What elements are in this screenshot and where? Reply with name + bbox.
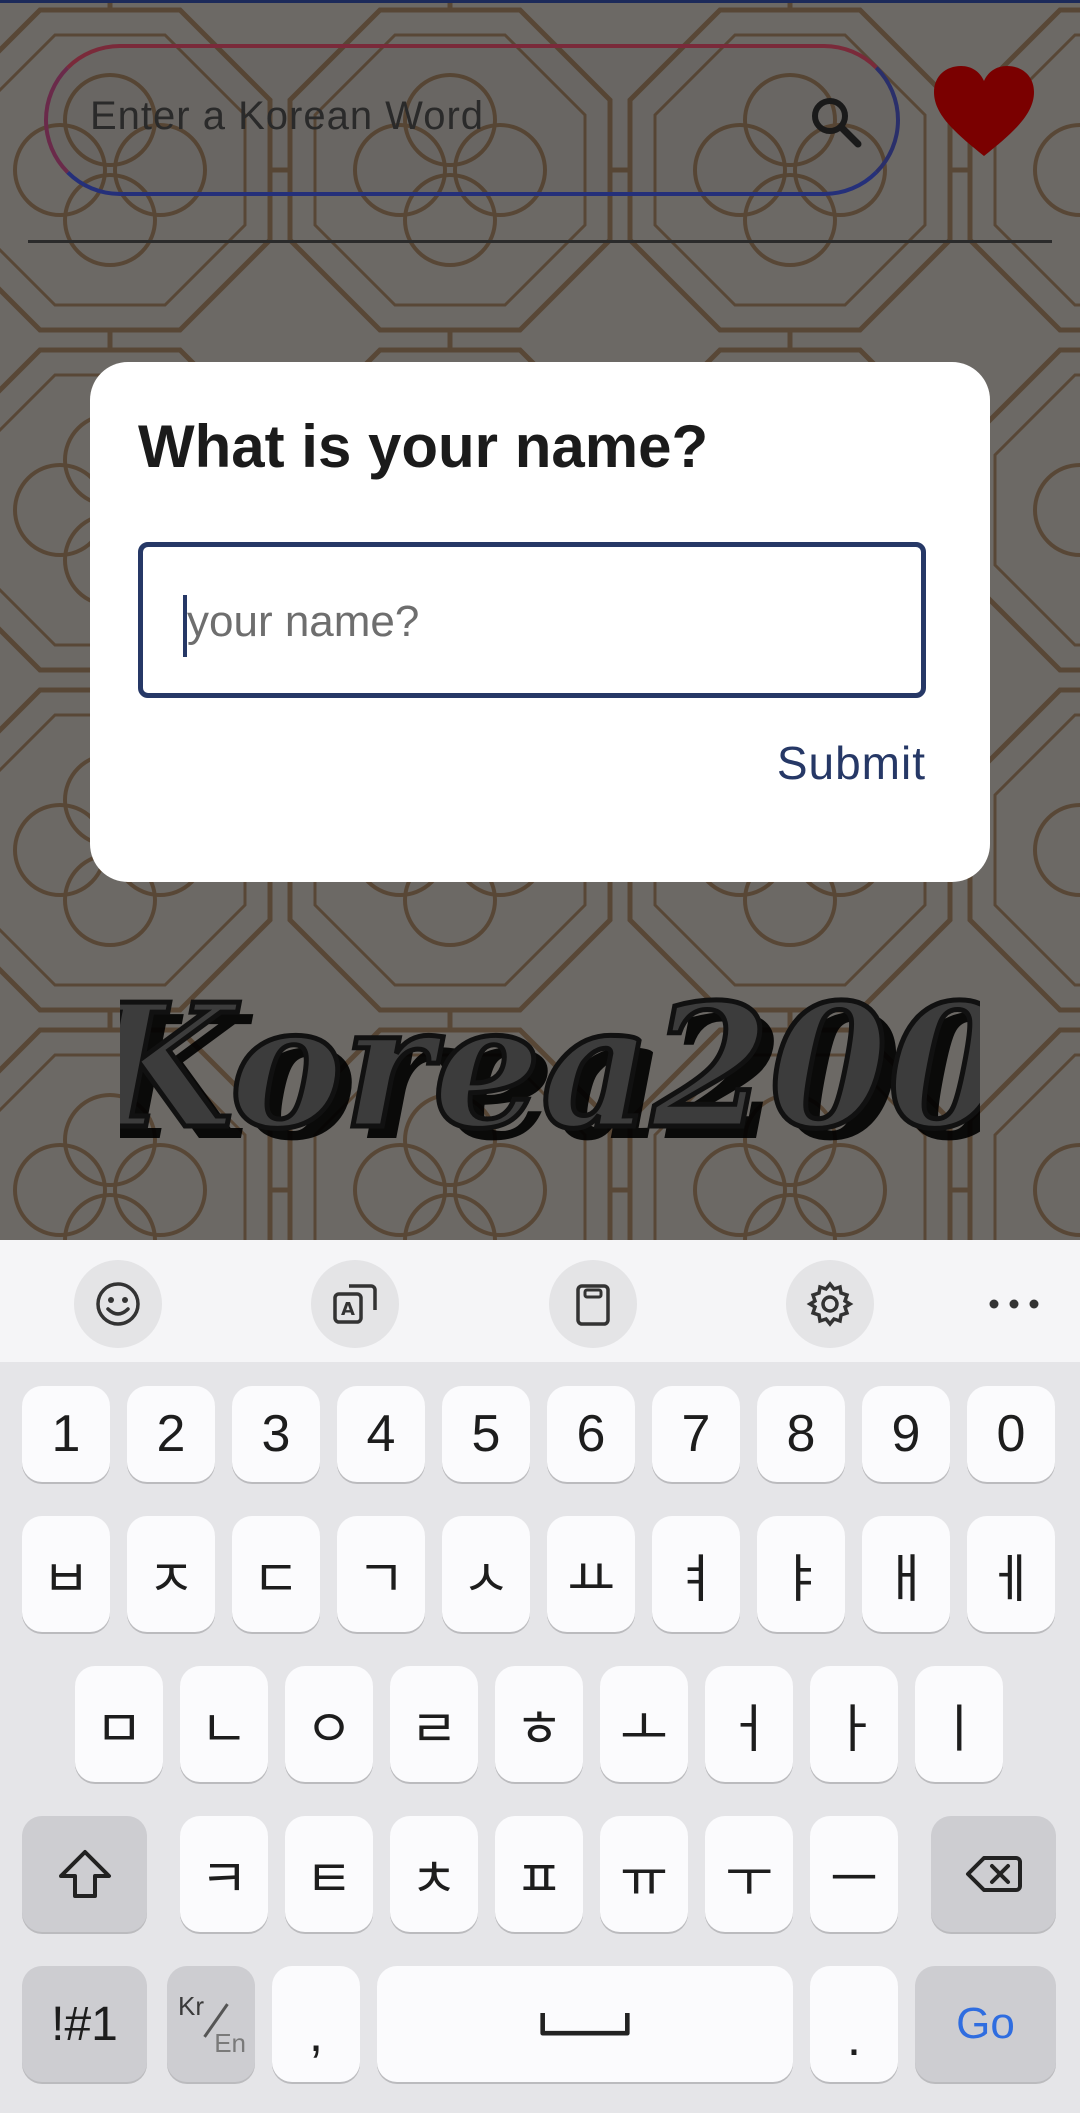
- key-3[interactable]: 3: [232, 1386, 320, 1482]
- key-chieut[interactable]: ㅊ: [390, 1816, 478, 1932]
- go-label: Go: [956, 1999, 1015, 2048]
- key-0[interactable]: 0: [967, 1386, 1055, 1482]
- language-kr-label: Kr: [178, 1991, 204, 2021]
- backspace-icon: [965, 1856, 1022, 1892]
- search-icon[interactable]: [808, 94, 864, 150]
- clipboard-icon: [576, 1284, 610, 1326]
- space-key[interactable]: [377, 1966, 793, 2082]
- key-digeut[interactable]: ㄷ: [232, 1516, 320, 1632]
- key-kieuk[interactable]: ㅋ: [180, 1816, 268, 1932]
- svg-text:Korea200: Korea200: [120, 967, 980, 1167]
- key-6[interactable]: 6: [547, 1386, 635, 1482]
- key-7[interactable]: 7: [652, 1386, 740, 1482]
- key-i[interactable]: ㅣ: [915, 1666, 1003, 1782]
- name-input-field[interactable]: [138, 542, 926, 698]
- go-key[interactable]: Go: [915, 1966, 1056, 2082]
- key-8[interactable]: 8: [757, 1386, 845, 1482]
- key-ae[interactable]: ㅐ: [862, 1516, 950, 1632]
- keyboard-toolbar: A: [0, 1240, 1080, 1362]
- backspace-key[interactable]: [931, 1816, 1056, 1932]
- key-hieut[interactable]: ㅎ: [495, 1666, 583, 1782]
- key-4[interactable]: 4: [337, 1386, 425, 1482]
- key-mieum[interactable]: ㅁ: [75, 1666, 163, 1782]
- key-eo[interactable]: ㅓ: [705, 1666, 793, 1782]
- key-yeo[interactable]: ㅕ: [652, 1516, 740, 1632]
- korea200-logo: Korea200 Korea200: [120, 965, 980, 1180]
- dialog-title: What is your name?: [138, 413, 709, 480]
- key-1[interactable]: 1: [22, 1386, 110, 1482]
- shift-key[interactable]: [22, 1816, 147, 1932]
- period-key[interactable]: .: [810, 1966, 898, 2082]
- name-dialog: What is your name? Submit: [90, 362, 990, 882]
- emoji-button[interactable]: [74, 1260, 162, 1348]
- settings-button[interactable]: [786, 1260, 874, 1348]
- key-pieup[interactable]: ㅍ: [495, 1816, 583, 1932]
- heart-icon[interactable]: [934, 66, 1034, 158]
- translate-icon: A: [333, 1284, 377, 1324]
- key-giyeok[interactable]: ㄱ: [337, 1516, 425, 1632]
- key-ieung[interactable]: ㅇ: [285, 1666, 373, 1782]
- key-a[interactable]: ㅏ: [810, 1666, 898, 1782]
- search-bar[interactable]: Enter a Korean Word: [44, 44, 900, 196]
- korean-keyboard: 1 2 3 4 5 6 7 8 9 0 ㅂ ㅈ ㄷ ㄱ ㅅ ㅛ ㅕ ㅑ ㅐ ㅔ …: [0, 1362, 1080, 2113]
- space-icon: [540, 2012, 630, 2036]
- key-nieun[interactable]: ㄴ: [180, 1666, 268, 1782]
- symbols-label: !#1: [51, 1997, 118, 2051]
- key-ya[interactable]: ㅑ: [757, 1516, 845, 1632]
- key-2[interactable]: 2: [127, 1386, 215, 1482]
- key-bieup[interactable]: ㅂ: [22, 1516, 110, 1632]
- header-divider: [28, 240, 1052, 243]
- clipboard-button[interactable]: [549, 1260, 637, 1348]
- top-edge: [0, 0, 1080, 3]
- key-o[interactable]: ㅗ: [600, 1666, 688, 1782]
- language-en-label: En: [214, 2028, 246, 2058]
- language-switch-key[interactable]: Kr En: [167, 1966, 255, 2082]
- svg-text:A: A: [341, 1299, 355, 1320]
- key-siot[interactable]: ㅅ: [442, 1516, 530, 1632]
- emoji-icon: [96, 1282, 140, 1326]
- comma-key[interactable]: ,: [272, 1966, 360, 2082]
- key-eu[interactable]: ㅡ: [810, 1816, 898, 1932]
- submit-button[interactable]: Submit: [777, 736, 926, 790]
- translate-button[interactable]: A: [311, 1260, 399, 1348]
- comma-label: ,: [308, 2005, 324, 2063]
- symbols-key[interactable]: !#1: [22, 1966, 147, 2082]
- key-5[interactable]: 5: [442, 1386, 530, 1482]
- name-input[interactable]: [187, 577, 887, 667]
- search-placeholder: Enter a Korean Word: [90, 94, 485, 138]
- settings-icon: [806, 1281, 854, 1327]
- language-switch-icon: Kr En: [176, 1989, 246, 2059]
- key-9[interactable]: 9: [862, 1386, 950, 1482]
- key-jieut[interactable]: ㅈ: [127, 1516, 215, 1632]
- key-u[interactable]: ㅜ: [705, 1816, 793, 1932]
- key-e[interactable]: ㅔ: [967, 1516, 1055, 1632]
- key-yo[interactable]: ㅛ: [547, 1516, 635, 1632]
- key-tieut[interactable]: ㅌ: [285, 1816, 373, 1932]
- period-label: .: [846, 2009, 862, 2067]
- more-icon[interactable]: [980, 1280, 1048, 1328]
- shift-icon: [58, 1850, 111, 1898]
- key-rieul[interactable]: ㄹ: [390, 1666, 478, 1782]
- key-yu[interactable]: ㅠ: [600, 1816, 688, 1932]
